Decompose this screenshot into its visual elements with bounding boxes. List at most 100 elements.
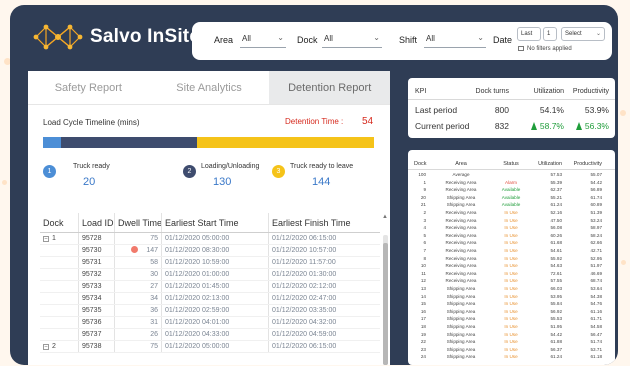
col-header-start-time[interactable]: Earliest Start Time <box>161 213 268 232</box>
dock-row[interactable]: 100 Average 57.53 55.07 <box>408 172 615 178</box>
load-id-cell: 95728 <box>78 233 114 244</box>
dock-id: 14 <box>420 293 426 299</box>
kpi-productivity-value: 56.3% <box>584 121 609 131</box>
col-header-finish-time[interactable]: Earliest Finish Time <box>268 213 372 232</box>
brand: Salvo InSite <box>32 21 200 53</box>
dock-row[interactable]: 18 Shipping Area In Use 51.95 54.58 <box>408 324 615 330</box>
date-unit-select[interactable]: Select ⌄ <box>561 27 605 41</box>
table-row[interactable]: 95732 30 01/12/2020 01:00:00 01/12/2020 01:… <box>40 269 380 281</box>
dock-row[interactable]: 11 Receiving Area In Use 72.61 46.69 <box>408 271 615 277</box>
dwell-time-cell: 75 <box>114 341 161 352</box>
scrollbar-thumb[interactable] <box>383 243 388 365</box>
tab-site-analytics[interactable]: Site Analytics <box>149 71 270 104</box>
date-count-input[interactable]: 1 <box>543 27 557 41</box>
area-filter-select[interactable]: All ⌄ <box>240 31 286 48</box>
dock-status: In Use <box>504 331 518 337</box>
dock-area: Receiving Area <box>445 278 477 284</box>
tab-safety-report[interactable]: Safety Report <box>28 71 149 104</box>
table-row[interactable]: 95731 58 01/12/2020 10:59:00 01/12/2020 11:… <box>40 257 380 269</box>
dock-row[interactable]: 4 Receiving Area In Use 56.08 58.97 <box>408 225 615 231</box>
dock-col-header[interactable]: Status <box>494 161 528 167</box>
bg-decoration-dot <box>2 180 7 185</box>
dock-status: In Use <box>504 232 518 238</box>
dock-row[interactable]: 3 Receiving Area In Use 47.50 53.24 <box>408 218 615 224</box>
col-header-dwell-time[interactable]: Dwell Time <box>114 213 161 232</box>
dock-id: 100 <box>418 172 426 177</box>
alarm-indicator-icon <box>131 246 139 253</box>
dock-col-header[interactable]: Area <box>435 161 487 167</box>
dock-col-header[interactable]: Utilization <box>532 161 562 167</box>
dock-cell <box>40 293 78 304</box>
dock-row[interactable]: 5 Receiving Area In Use 60.26 58.24 <box>408 233 615 239</box>
dock-row[interactable]: 22 Shipping Area In Use 61.88 51.74 <box>408 339 615 345</box>
tab-detention-report[interactable]: Detention Report <box>269 71 390 104</box>
dock-productivity: 42.71 <box>590 248 603 253</box>
scroll-up-icon[interactable]: ▲ <box>382 214 388 220</box>
dock-area: Shipping Area <box>446 286 476 291</box>
dock-row[interactable]: 1 Receiving Area Alarm 55.39 54.42 <box>408 180 615 186</box>
table-row[interactable]: 95734 34 01/12/2020 02:13:00 01/12/2020 02:… <box>40 293 380 305</box>
table-row[interactable]: –2 95738 75 01/12/2020 05:00:00 01/12/2020 0… <box>40 341 380 353</box>
dashboard-frame: Salvo InSite Area All ⌄ Dock All ⌄ Shift… <box>10 5 618 365</box>
dock-area: Receiving Area <box>445 240 477 246</box>
dock-status: In Use <box>504 217 518 223</box>
date-mode-select[interactable]: Last <box>517 27 541 41</box>
dock-row[interactable]: 14 Shipping Area In Use 53.95 54.38 <box>408 294 615 300</box>
dock-row[interactable]: 19 Shipping Area In Use 54.42 56.47 <box>408 332 615 338</box>
dock-row[interactable]: 15 Shipping Area In Use 55.84 54.76 <box>408 301 615 307</box>
dock-col-header[interactable]: Dock <box>414 161 427 167</box>
dock-col-header[interactable]: Productivity <box>566 161 602 167</box>
dock-filter-value: All <box>324 34 333 43</box>
dock-productivity: 62.66 <box>590 240 603 246</box>
collapse-icon[interactable]: – <box>43 344 49 350</box>
dock-productivity: 54.58 <box>590 324 603 329</box>
load-id-cell: 95732 <box>78 269 114 280</box>
dock-row[interactable]: 8 Receiving Area In Use 55.92 52.95 <box>408 256 615 262</box>
dock-area: Shipping Area <box>446 194 476 200</box>
dock-row[interactable]: 17 Shipping Area In Use 55.53 61.71 <box>408 316 615 322</box>
dock-status: In Use <box>504 346 518 352</box>
dock-row[interactable]: 24 Shipping Area In Use 61.24 61.18 <box>408 354 615 360</box>
shift-filter-select[interactable]: All ⌄ <box>424 31 486 48</box>
dock-status: In Use <box>504 248 518 253</box>
dock-row[interactable]: 12 Receiving Area In Use 57.55 68.74 <box>408 278 615 284</box>
detention-time-value: 54 <box>362 116 374 127</box>
dock-id: 22 <box>420 339 426 345</box>
dock-row[interactable]: 23 Shipping Area In Use 56.37 53.71 <box>408 347 615 353</box>
dock-row[interactable]: 2 Receiving Area In Use 52.16 51.39 <box>408 210 615 216</box>
dock-row[interactable]: 6 Receiving Area In Use 61.68 62.66 <box>408 240 615 246</box>
dock-row[interactable]: 21 Shipping Area Available 61.24 60.89 <box>408 202 615 208</box>
dock-row[interactable]: 20 Shipping Area Available 55.21 61.74 <box>408 195 615 201</box>
table-scrollbar[interactable] <box>383 235 388 365</box>
dock-utilization: 61.24 <box>550 202 563 208</box>
start-time-cell: 01/12/2020 02:13:00 <box>161 293 268 304</box>
date-unit-value: Select <box>565 31 582 37</box>
dock-row[interactable]: 10 Receiving Area In Use 54.63 51.97 <box>408 263 615 269</box>
table-row[interactable]: 95735 36 01/12/2020 02:59:00 01/12/2020 03:… <box>40 305 380 317</box>
dwell-time-cell: 36 <box>114 305 161 316</box>
table-row[interactable]: 95730 147 01/12/2020 08:30:00 01/12/2020 10… <box>40 245 380 257</box>
collapse-icon[interactable]: – <box>43 236 49 242</box>
col-header-dock[interactable]: Dock <box>40 213 78 232</box>
dock-filter-select[interactable]: All ⌄ <box>322 31 382 48</box>
table-row[interactable]: 95733 27 01/12/2020 01:45:00 01/12/2020 02:… <box>40 281 380 293</box>
dock-table-header: Dock Area Status Utilization Productivit… <box>408 158 615 170</box>
dock-row[interactable]: 16 Shipping Area In Use 56.92 61.16 <box>408 309 615 315</box>
dock-productivity: 54.76 <box>590 301 603 307</box>
dock-productivity: 51.39 <box>590 210 603 215</box>
col-header-load-id[interactable]: Load ID <box>78 213 114 232</box>
dwell-time-value: 75 <box>150 235 158 242</box>
dock-row[interactable]: 7 Receiving Area In Use 54.61 42.71 <box>408 248 615 254</box>
dock-productivity: 52.95 <box>590 255 603 261</box>
dock-row[interactable]: 13 Shipping Area In Use 66.03 53.64 <box>408 286 615 292</box>
table-row[interactable]: –1 95728 75 01/12/2020 05:00:00 01/12/2020 0… <box>40 233 380 245</box>
table-row[interactable]: 95737 26 01/12/2020 04:33:00 01/12/2020 04:… <box>40 329 380 341</box>
kpi-row-last-period: Last period 800 54.1% 53.9% <box>408 103 615 117</box>
dock-row[interactable]: 9 Receiving Area Available 62.37 56.89 <box>408 187 615 193</box>
dock-area: Shipping Area <box>446 293 476 299</box>
kpi-label: Last period <box>415 105 458 115</box>
table-row[interactable]: 95736 31 01/12/2020 04:01:00 01/12/2020 04:… <box>40 317 380 329</box>
dock-status: Alarm <box>505 179 517 185</box>
dock-id: 6 <box>423 240 426 246</box>
dock-area: Shipping Area <box>446 346 476 352</box>
